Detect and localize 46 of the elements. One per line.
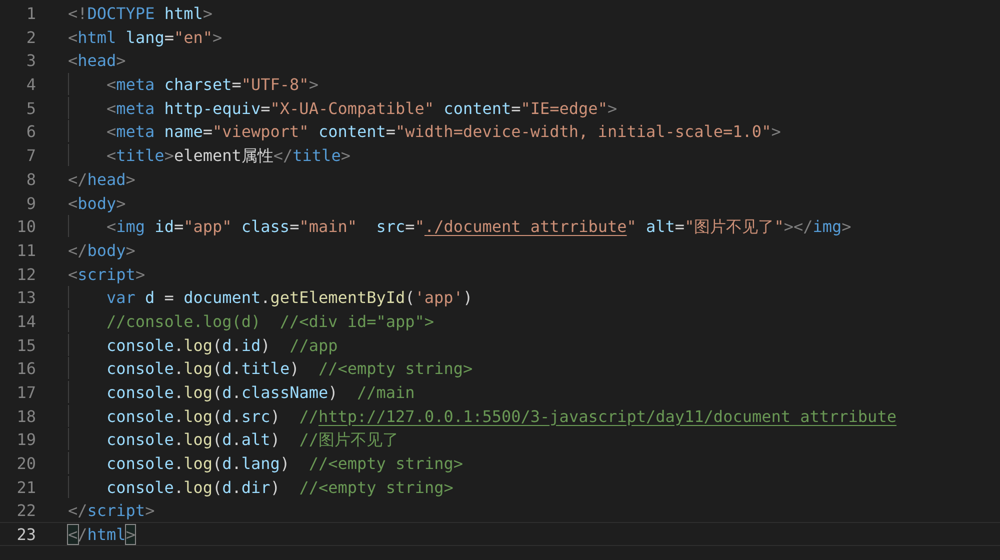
line-number: 1: [25, 3, 36, 24]
line-number: 22: [16, 500, 36, 522]
code-line: <html lang="en">: [68, 26, 222, 48]
code-line: console.log(d.id) //app: [106, 334, 338, 356]
line-number: 15: [16, 334, 36, 356]
line-number: 13: [16, 287, 36, 308]
code-line: console.log(d.dir) //<empty string>: [106, 476, 454, 498]
code-line: <script>: [68, 264, 146, 284]
code-line: </html>: [68, 524, 136, 545]
code-line: console.log(d.className) //main: [106, 382, 415, 403]
line-number: 6: [25, 121, 36, 142]
line-number: 7: [25, 145, 36, 166]
code-line: </body>: [68, 240, 136, 261]
line-number: 5: [25, 98, 36, 118]
line-number: 19: [16, 429, 36, 450]
line-number: 16: [16, 358, 36, 379]
code-line: //console.log(d) //<div id="app">: [106, 310, 434, 332]
code-line: console.log(d.lang) //<empty string>: [106, 453, 463, 474]
code-line: <body>: [68, 192, 126, 214]
line-number: 10: [16, 216, 36, 237]
line-number: 11: [16, 240, 36, 261]
code-line: </head>: [68, 168, 136, 190]
code-line: <meta name="viewport" content="width=device-width, initial-scale=1.0">: [106, 121, 781, 142]
code-line: console.log(d.alt) //图片不见了: [106, 429, 398, 450]
line-number: 4: [25, 74, 36, 95]
code-line: var d = document.getElementById('app'): [106, 287, 473, 308]
code-line: <!DOCTYPE html>: [68, 3, 213, 24]
line-number: 23: [16, 524, 36, 545]
line-number: 17: [16, 382, 36, 403]
line-number: 12: [16, 264, 36, 284]
code-line: <meta http-equiv="X-UA-Compatible" content="IE=edge">: [106, 98, 618, 118]
code-line: <title>element属性</title>: [106, 145, 350, 166]
line-number: 9: [25, 192, 36, 214]
line-number: 2: [25, 26, 36, 48]
code-line: <head>: [68, 50, 126, 72]
line-number: 3: [25, 50, 36, 72]
line-number: 20: [16, 453, 36, 474]
line-number: 18: [16, 406, 36, 426]
code-line: <meta charset="UTF-8">: [106, 74, 318, 95]
code-line: console.log(d.src) //http://127.0.0.1:5500/3-javascript/day11/document_attrribute: [106, 406, 896, 426]
code-line: console.log(d.title) //<empty string>: [106, 358, 473, 379]
code-line: </script>: [68, 500, 155, 522]
code-line: <img id="app" class="main" src="./document_attrribute" alt="图片不见了"></img>: [106, 216, 852, 237]
line-number: 21: [16, 476, 36, 498]
line-number: 14: [16, 310, 36, 332]
line-number: 8: [25, 168, 36, 190]
